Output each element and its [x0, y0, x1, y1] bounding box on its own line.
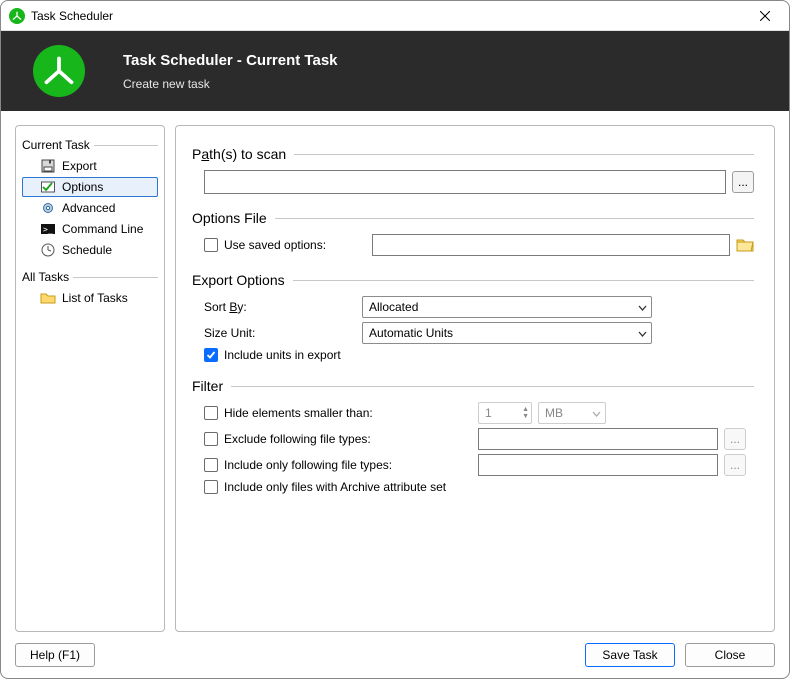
sidebar-item-export[interactable]: Export	[22, 156, 158, 176]
paths-input[interactable]	[204, 170, 726, 194]
page-title: Task Scheduler - Current Task	[123, 52, 338, 69]
main-panel: Path(s) to scan ... Options File Use sav…	[175, 125, 775, 632]
sidebar-item-advanced[interactable]: Advanced	[22, 198, 158, 218]
include-types-checkbox[interactable]: Include only following file types:	[204, 458, 472, 472]
chevron-down-icon	[592, 406, 601, 420]
sidebar-item-label: Schedule	[62, 243, 112, 257]
size-unit-select[interactable]: Automatic Units	[362, 322, 652, 344]
sidebar-item-label: Export	[62, 159, 97, 173]
logo-icon	[33, 45, 85, 97]
sidebar-item-options[interactable]: Options	[22, 177, 158, 197]
chevron-down-icon	[638, 300, 647, 314]
sidebar-item-label: Options	[62, 180, 103, 194]
checkbox-label: Hide elements smaller than:	[224, 406, 373, 420]
sidebar-item-label: Advanced	[62, 201, 115, 215]
sidebar-item-schedule[interactable]: Schedule	[22, 240, 158, 260]
caret-down-icon: ▼	[522, 413, 529, 420]
titlebar: Task Scheduler	[1, 1, 789, 31]
save-task-button[interactable]: Save Task	[585, 643, 675, 667]
hide-smaller-checkbox[interactable]: Hide elements smaller than:	[204, 406, 472, 420]
footer: Help (F1) Save Task Close	[1, 632, 789, 678]
sidebar-group-current-task: Current Task	[22, 138, 158, 152]
sort-by-select[interactable]: Allocated	[362, 296, 652, 318]
save-icon	[40, 158, 56, 174]
hide-smaller-unit-select[interactable]: MB	[538, 402, 606, 424]
section-paths-to-scan: Path(s) to scan	[192, 146, 754, 162]
exclude-types-checkbox[interactable]: Exclude following file types:	[204, 432, 472, 446]
window-close-button[interactable]	[743, 1, 787, 31]
checkbox-label: Exclude following file types:	[224, 432, 371, 446]
sidebar-item-label: Command Line	[62, 222, 143, 236]
sidebar-item-command-line[interactable]: >_ Command Line	[22, 219, 158, 239]
sidebar: Current Task Export Options Advanced >_ …	[15, 125, 165, 632]
archive-attr-checkbox[interactable]: Include only files with Archive attribut…	[204, 480, 446, 494]
exclude-types-input[interactable]	[478, 428, 718, 450]
header-band: Task Scheduler - Current Task Create new…	[1, 31, 789, 111]
folder-icon	[40, 290, 56, 306]
close-button[interactable]: Close	[685, 643, 775, 667]
exclude-types-browse-button[interactable]: ...	[724, 428, 746, 450]
include-types-browse-button[interactable]: ...	[724, 454, 746, 476]
svg-text:>_: >_	[43, 225, 53, 234]
caret-up-icon: ▲	[522, 406, 529, 413]
window-title: Task Scheduler	[31, 9, 113, 23]
app-icon	[9, 8, 25, 24]
checkbox-label: Use saved options:	[224, 238, 326, 252]
use-saved-options-checkbox[interactable]: Use saved options:	[204, 238, 326, 252]
terminal-icon: >_	[40, 221, 56, 237]
sidebar-item-list-of-tasks[interactable]: List of Tasks	[22, 288, 158, 308]
paths-browse-button[interactable]: ...	[732, 171, 754, 193]
help-button[interactable]: Help (F1)	[15, 643, 95, 667]
section-filter: Filter	[192, 378, 754, 394]
clock-icon	[40, 242, 56, 258]
chevron-down-icon	[638, 326, 647, 340]
include-types-input[interactable]	[478, 454, 718, 476]
gear-icon	[40, 200, 56, 216]
checkbox-label: Include only following file types:	[224, 458, 392, 472]
checkbox-label: Include only files with Archive attribut…	[224, 480, 446, 494]
options-file-browse-button[interactable]	[736, 235, 754, 256]
section-options-file: Options File	[192, 210, 754, 226]
sidebar-item-label: List of Tasks	[62, 291, 128, 305]
checklist-icon	[40, 179, 56, 195]
include-units-checkbox[interactable]: Include units in export	[204, 348, 341, 362]
options-file-input[interactable]	[372, 234, 730, 256]
sidebar-group-all-tasks: All Tasks	[22, 270, 158, 284]
section-export-options: Export Options	[192, 272, 754, 288]
page-subtitle: Create new task	[123, 77, 338, 91]
hide-smaller-value-spinner[interactable]: 1 ▲▼	[478, 402, 532, 424]
checkbox-label: Include units in export	[224, 348, 341, 362]
size-unit-label: Size Unit:	[204, 326, 356, 340]
